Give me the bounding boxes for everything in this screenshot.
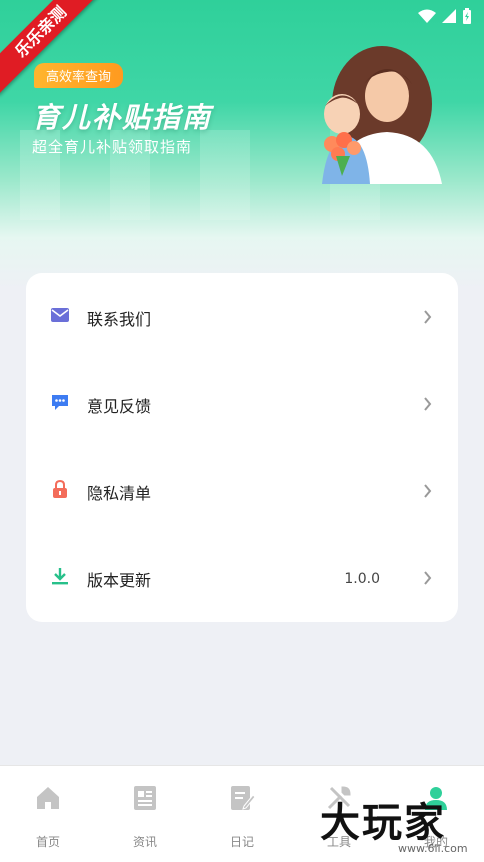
download-icon xyxy=(52,568,68,585)
menu-item-update[interactable]: 版本更新 1.0.0 xyxy=(26,534,458,621)
hero-title: 育儿补贴指南 xyxy=(32,101,213,134)
mother-child-illustration xyxy=(322,46,442,184)
efficiency-badge: 高效率查询 xyxy=(34,63,124,88)
site-watermark: 大玩家 www.6ll.com xyxy=(318,790,484,862)
menu-item-feedback[interactable]: 意见反馈 xyxy=(26,360,458,447)
battery-icon xyxy=(463,8,471,24)
tab-diary[interactable]: 日记 xyxy=(194,766,290,862)
hero-banner: 高效率查询 育儿补贴指南 超全育儿补贴领取指南 xyxy=(0,0,484,290)
menu-item-label: 联系我们 xyxy=(87,310,152,329)
chevron-right-icon xyxy=(424,484,432,498)
feedback-chat-icon xyxy=(52,395,68,410)
menu-item-contact[interactable]: 联系我们 xyxy=(26,273,458,360)
chevron-right-icon xyxy=(424,397,432,411)
tab-label: 日记 xyxy=(229,835,254,849)
menu-item-privacy[interactable]: 隐私清单 xyxy=(26,447,458,534)
signal-icon xyxy=(442,9,456,23)
wifi-icon xyxy=(418,9,436,23)
settings-card: 联系我们 意见反馈 隐私清单 版本更新 1.0.0 xyxy=(26,273,458,622)
hero-subtitle: 超全育儿补贴领取指南 xyxy=(32,138,193,156)
news-icon xyxy=(134,786,156,810)
tab-home[interactable]: 首页 xyxy=(0,766,96,862)
menu-item-label: 版本更新 xyxy=(87,571,152,590)
mail-icon xyxy=(51,308,69,322)
tab-label: 首页 xyxy=(35,835,60,849)
menu-item-label: 意见反馈 xyxy=(87,397,152,416)
chevron-right-icon xyxy=(424,310,432,324)
menu-item-label: 隐私清单 xyxy=(87,484,152,503)
tab-news[interactable]: 资讯 xyxy=(97,766,193,862)
lock-icon xyxy=(53,479,67,498)
chevron-right-icon xyxy=(424,571,432,585)
version-value: 1.0.0 xyxy=(344,571,380,587)
home-icon xyxy=(37,787,59,809)
tab-label: 资讯 xyxy=(132,835,157,849)
watermark-url: www.6ll.com xyxy=(398,842,468,855)
watermark-logo-text: 大玩家 xyxy=(320,800,446,846)
diary-icon xyxy=(231,786,256,810)
